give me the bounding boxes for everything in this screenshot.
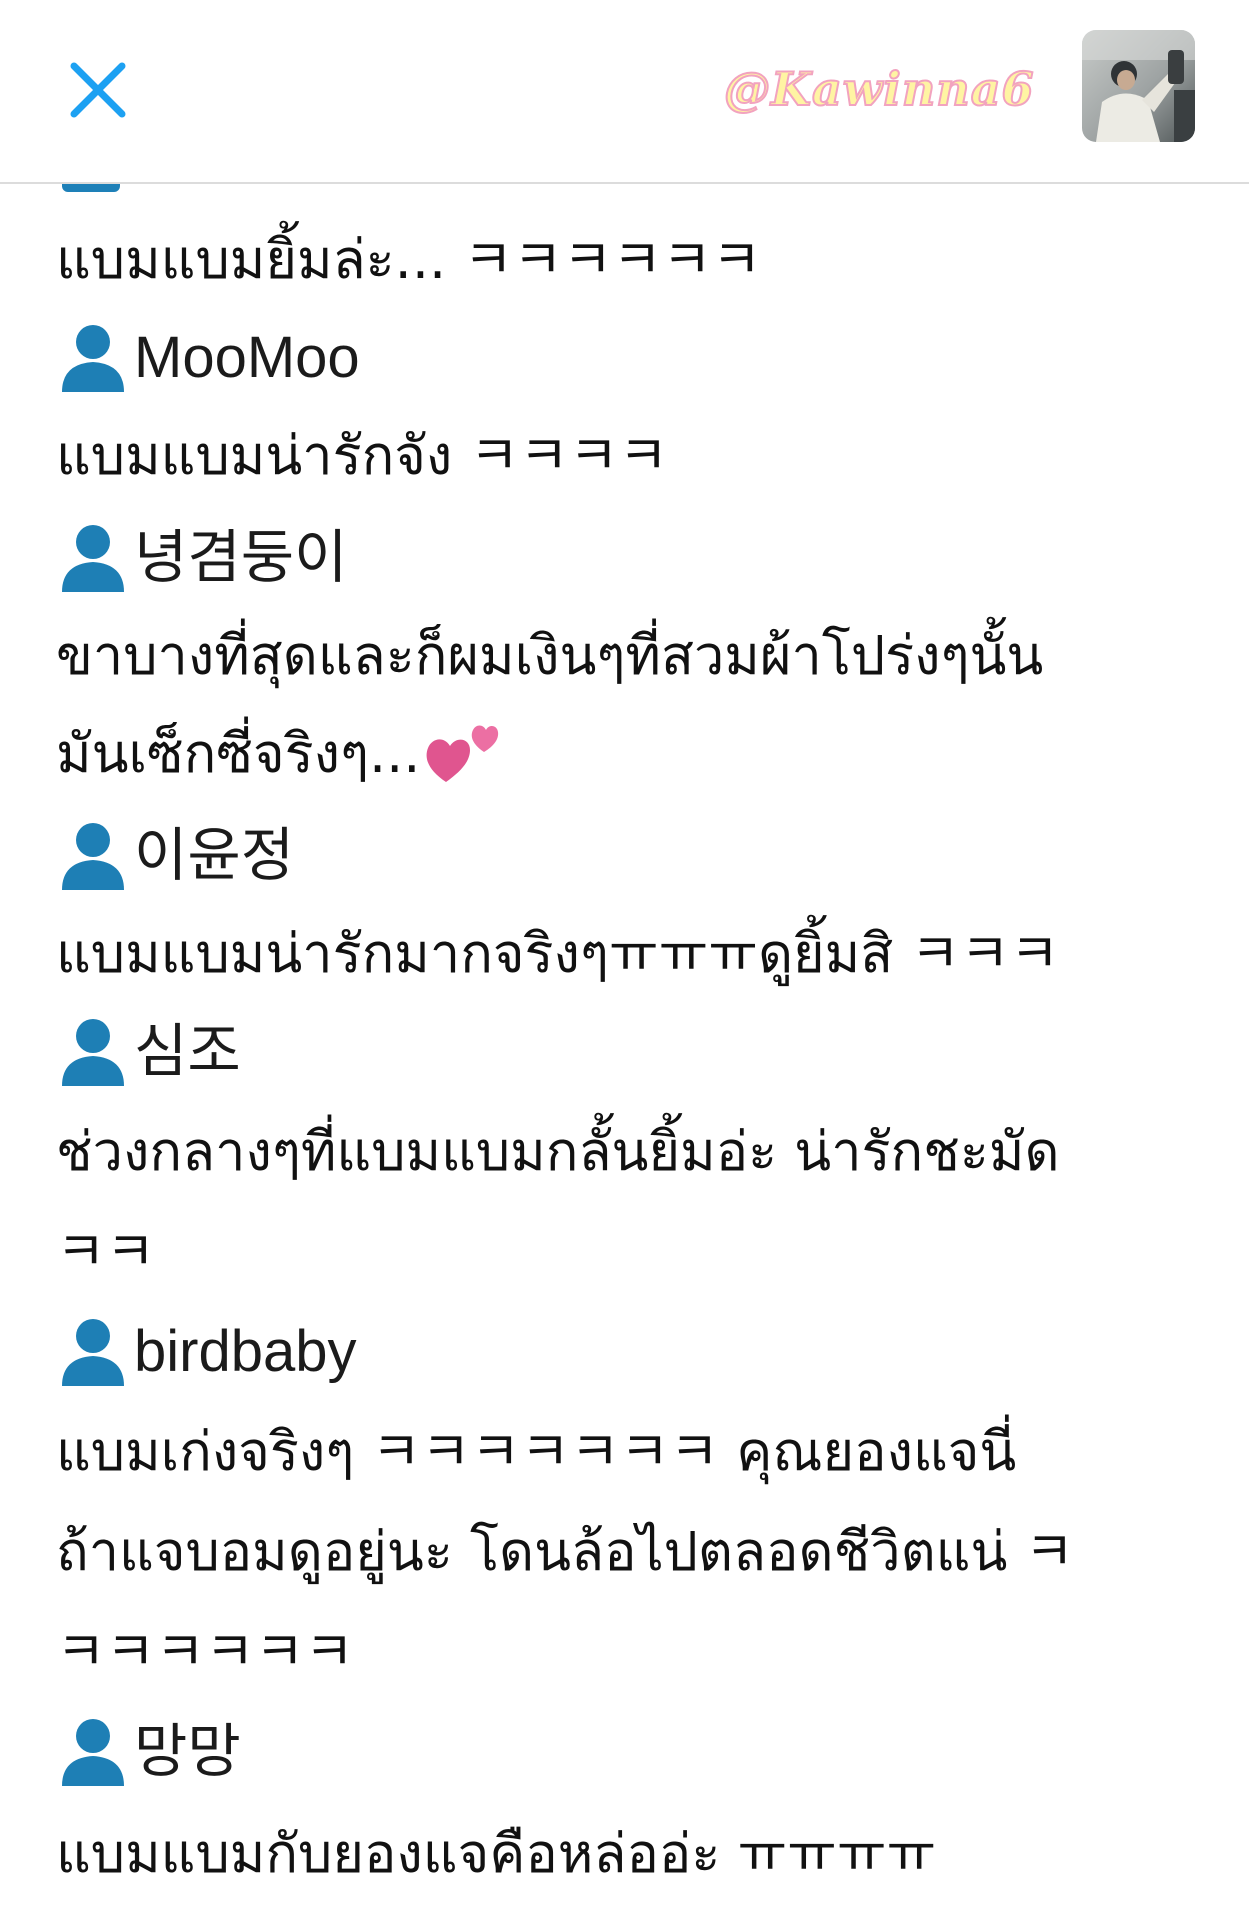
comment-text: ㅋㅋㅋㅋㅋㅋ bbox=[56, 1620, 355, 1683]
comment-text: แบมเก่งจริงๆ ㅋㅋㅋㅋㅋㅋㅋ คุณยองแจนี่ bbox=[56, 1420, 1017, 1483]
comment-text-line: ถ้าแจบอมดูอยู่นะ โดนล้อไปตลอดชีวิตแน่ ㅋ bbox=[56, 1514, 1074, 1590]
profile-avatar[interactable] bbox=[1082, 30, 1195, 142]
comment-username-row[interactable]: 망망 bbox=[60, 1714, 241, 1790]
user-icon bbox=[62, 1019, 124, 1086]
profile-photo-icon bbox=[1082, 30, 1195, 142]
comment-text: แบมแบมน่ารักจัง ㅋㅋㅋㅋ bbox=[56, 424, 669, 487]
comment-text: แบมแบมน่ารักมากจริงๆㅠㅠㅠดูยิ้มสิ ㅋㅋㅋ bbox=[56, 922, 1060, 985]
comment-text-line: ช่วงกลางๆที่แบมแบมกลั้นยิ้มอ่ะ น่ารักชะม… bbox=[56, 1114, 1060, 1190]
top-bar: @Kawinna6 bbox=[0, 0, 1249, 184]
username[interactable]: 이윤정 bbox=[134, 818, 294, 894]
watermark: @Kawinna6 bbox=[723, 61, 1035, 117]
username[interactable]: 망망 bbox=[134, 1714, 241, 1790]
user-icon bbox=[62, 1319, 124, 1386]
comment-text: มันเซ็กซี่จริงๆ... bbox=[56, 722, 421, 785]
previous-user-icon-fragment bbox=[62, 184, 120, 192]
username[interactable]: birdbaby bbox=[134, 1314, 356, 1390]
user-icon bbox=[62, 1719, 124, 1786]
comment-text: แบมแบมกับยองแจคือหล่ออ่ะ ㅠㅠㅠㅠ bbox=[56, 1822, 937, 1885]
close-icon bbox=[70, 62, 126, 118]
username[interactable]: 심조 bbox=[134, 1014, 241, 1090]
comment-text-line: แบมแบมน่ารักจัง ㅋㅋㅋㅋ bbox=[56, 418, 668, 494]
comment-username-row[interactable]: birdbaby bbox=[60, 1314, 356, 1390]
comment-username-row[interactable]: MooMoo bbox=[60, 320, 360, 396]
username[interactable]: MooMoo bbox=[134, 320, 360, 396]
comment-text-line: ขาบางที่สุดและก็ผมเงินๆที่สวมผ้าโปร่งๆนั… bbox=[56, 618, 1043, 694]
comment-text: ㅋㅋ bbox=[56, 1220, 156, 1283]
username[interactable]: 녕겸둥이 bbox=[134, 520, 347, 596]
user-icon bbox=[62, 823, 124, 890]
close-button[interactable] bbox=[62, 54, 134, 126]
comment-text-line: แบมแบมน่ารักมากจริงๆㅠㅠㅠดูยิ้มสิ ㅋㅋㅋ bbox=[56, 916, 1059, 992]
comment-text: ถ้าแจบอมดูอยู่นะ โดนล้อไปตลอดชีวิตแน่ ㅋ bbox=[56, 1520, 1075, 1583]
comment-text-line: ㅋㅋ bbox=[56, 1214, 155, 1290]
comment-text-line: มันเซ็กซี่จริงๆ... bbox=[56, 716, 504, 792]
comment-text-line: ㅋㅋㅋㅋㅋㅋ bbox=[56, 1614, 354, 1690]
user-icon bbox=[62, 325, 124, 392]
two-hearts-icon bbox=[427, 725, 499, 782]
comment-feed: แบมแบมยิ้มล่ะ... ㅋㅋㅋㅋㅋㅋ MooMoo แบมแบมน่ารั… bbox=[0, 184, 1249, 1920]
comment-username-row[interactable]: 이윤정 bbox=[60, 818, 294, 894]
user-icon bbox=[62, 525, 124, 592]
comment-text-line: แบมแบมกับยองแจคือหล่ออ่ะ ㅠㅠㅠㅠ bbox=[56, 1816, 936, 1892]
comment-username-row[interactable]: 녕겸둥이 bbox=[60, 520, 347, 596]
comment-text: ขาบางที่สุดและก็ผมเงินๆที่สวมผ้าโปร่งๆนั… bbox=[56, 624, 1044, 687]
comment-text: ช่วงกลางๆที่แบมแบมกลั้นยิ้มอ่ะ น่ารักชะม… bbox=[56, 1120, 1060, 1183]
comment-username-row[interactable]: 심조 bbox=[60, 1014, 241, 1090]
comment-text-line: แบมเก่งจริงๆ ㅋㅋㅋㅋㅋㅋㅋ คุณยองแจนี่ bbox=[56, 1414, 1016, 1490]
comment-text: แบมแบมยิ้มล่ะ... ㅋㅋㅋㅋㅋㅋ bbox=[56, 228, 762, 291]
comment-text-line: แบมแบมยิ้มล่ะ... ㅋㅋㅋㅋㅋㅋ bbox=[56, 222, 761, 298]
